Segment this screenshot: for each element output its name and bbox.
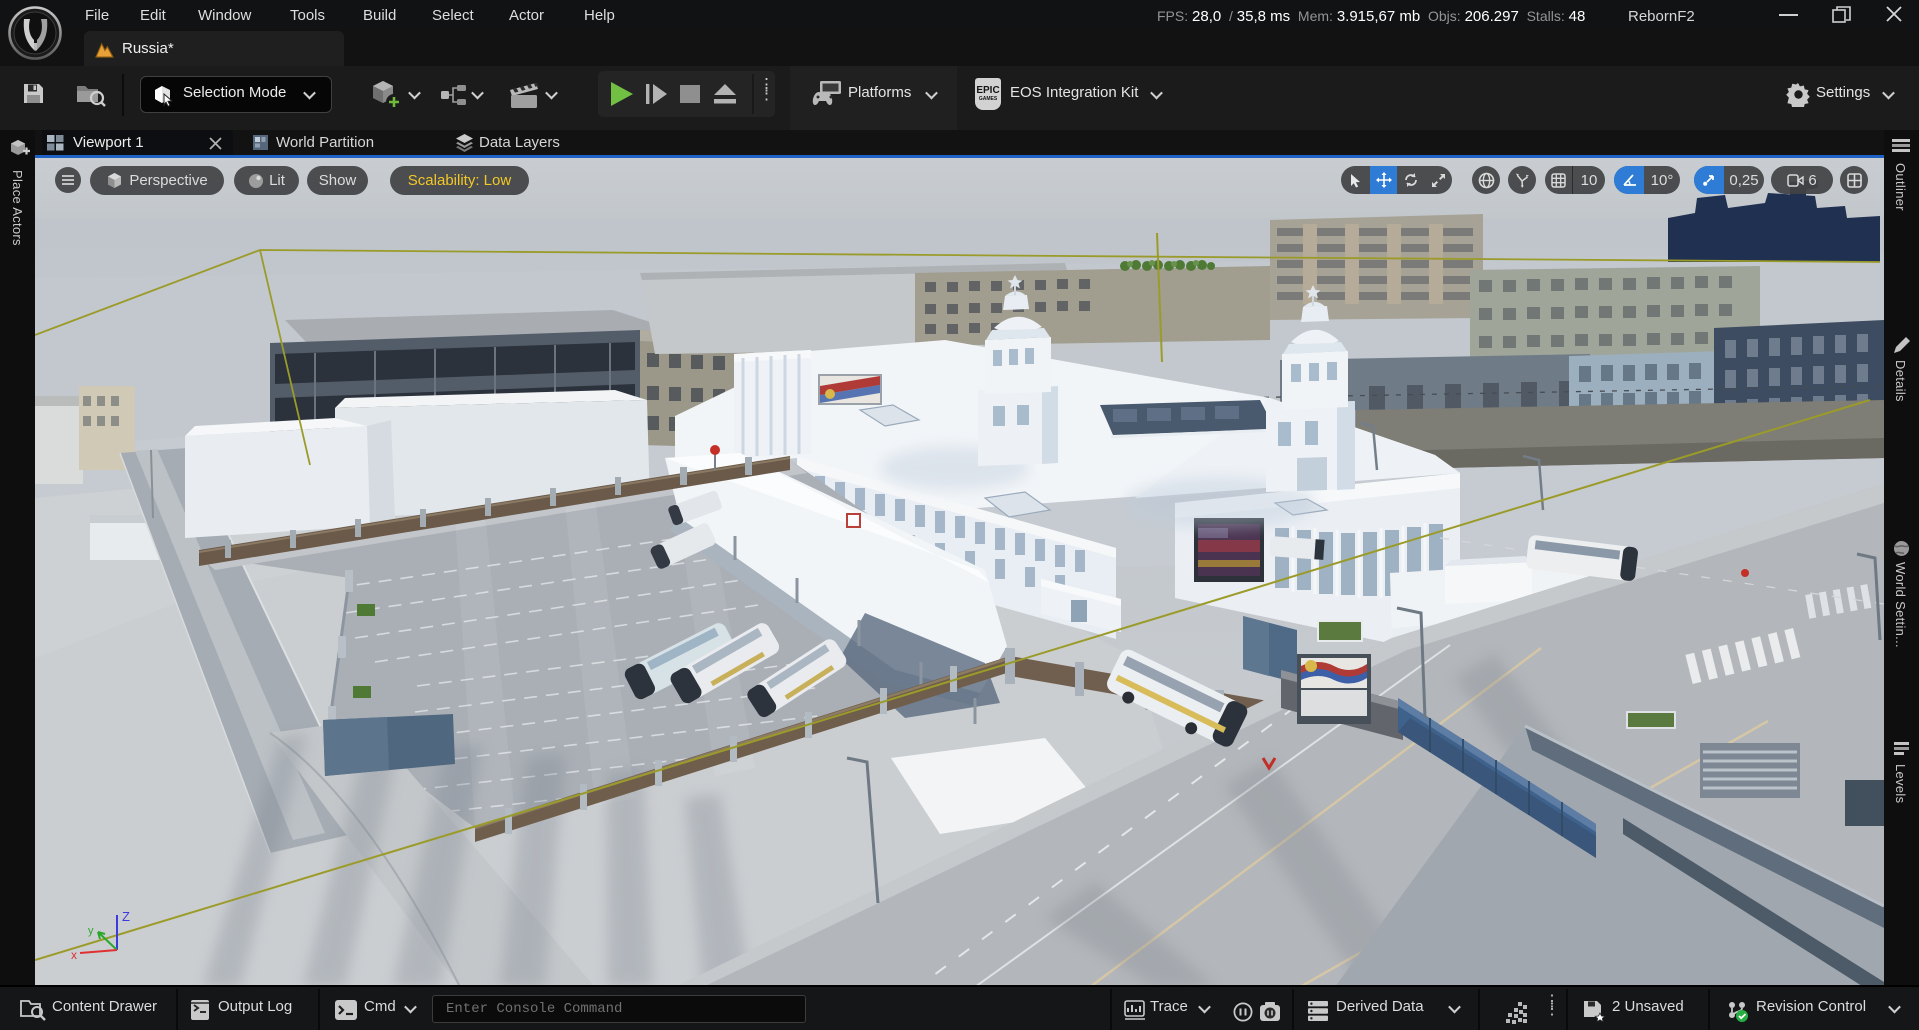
svg-text:Z: Z [122,909,130,924]
svg-text:x: x [71,948,77,962]
svg-text:y: y [88,925,94,937]
